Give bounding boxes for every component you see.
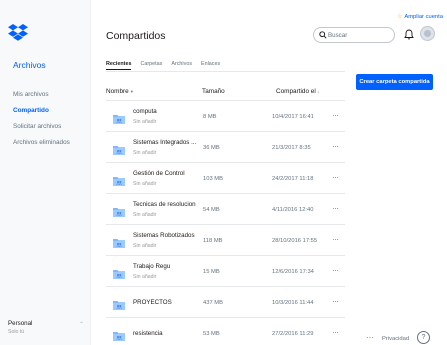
row-name[interactable]: Trabajo Regu bbox=[133, 263, 170, 270]
table-row[interactable]: Trabajo Regu Sin añadir 15 MB 12/6/2016 17:… bbox=[106, 256, 345, 287]
search-icon bbox=[319, 31, 327, 39]
row-size: 437 MB bbox=[203, 300, 223, 306]
help-icon[interactable]: ? bbox=[417, 331, 430, 344]
account-subtitle: Solo tú bbox=[8, 329, 25, 335]
search-placeholder: Buscar bbox=[328, 32, 348, 39]
sidebar-item-file-requests[interactable]: Solicitar archivos bbox=[13, 122, 70, 131]
row-shared-date: 10/4/2017 16:41 bbox=[272, 114, 314, 120]
column-name[interactable]: Nombre ▾ bbox=[106, 88, 133, 95]
bell-icon[interactable] bbox=[404, 29, 414, 40]
row-shared-date: 27/2/2016 11:29 bbox=[272, 331, 314, 337]
row-name[interactable]: Tecnicas de resolucion bbox=[133, 201, 196, 208]
row-more-icon[interactable]: ··· bbox=[332, 297, 339, 306]
table-row[interactable]: Sistemas Integrados ... Sin añadir 36 MB 21… bbox=[106, 132, 345, 163]
table-row[interactable]: resistencia 53 MB 27/2/2016 11:29 ··· bbox=[106, 318, 345, 345]
row-shared-date: 28/10/2016 17:55 bbox=[272, 238, 318, 244]
row-size: 53 MB bbox=[203, 331, 220, 337]
shared-folder-icon bbox=[113, 173, 125, 186]
star-icon: ☆ bbox=[397, 14, 403, 20]
sidebar-nav: Mis archivos Compartido Solicitar archiv… bbox=[13, 90, 70, 154]
tab-links[interactable]: Enlaces bbox=[201, 60, 220, 70]
create-shared-folder-button[interactable]: Crear carpeta compartida bbox=[356, 74, 433, 90]
row-subtitle: Sin añadir bbox=[133, 243, 157, 249]
table-row[interactable]: computa Sin añadir 8 MB 10/4/2017 16:41 ··· bbox=[106, 101, 345, 132]
search-input[interactable]: Buscar bbox=[313, 27, 395, 43]
sidebar-item-deleted-files[interactable]: Archivos eliminados bbox=[13, 138, 70, 147]
row-size: 118 MB bbox=[203, 238, 223, 244]
row-more-icon[interactable]: ··· bbox=[332, 142, 339, 151]
row-size: 54 MB bbox=[203, 207, 220, 213]
table-header: Nombre ▾ Tamaño Compartido el ↓ bbox=[106, 86, 345, 101]
footer-more-icon[interactable]: ··· bbox=[366, 333, 374, 342]
privacy-link[interactable]: Privacidad bbox=[382, 336, 409, 342]
chevron-updown-icon: ⌃ bbox=[78, 322, 84, 328]
row-more-icon[interactable]: ··· bbox=[332, 204, 339, 213]
row-shared-date: 4/11/2016 12:40 bbox=[272, 207, 314, 213]
column-shared-label: Compartido el bbox=[276, 88, 316, 95]
row-more-icon[interactable]: ··· bbox=[332, 266, 339, 275]
row-size: 36 MB bbox=[203, 145, 220, 151]
column-name-label: Nombre bbox=[106, 88, 129, 95]
account-switcher[interactable]: Personal Solo tú ⌃ bbox=[8, 320, 84, 335]
sort-arrow-icon: ↓ bbox=[317, 89, 321, 94]
sidebar: Archivos Mis archivos Compartido Solicit… bbox=[0, 0, 91, 345]
row-subtitle: Sin añadir bbox=[133, 150, 157, 156]
row-more-icon[interactable]: ··· bbox=[332, 111, 339, 120]
row-size: 15 MB bbox=[203, 269, 220, 275]
column-shared[interactable]: Compartido el ↓ bbox=[276, 88, 320, 95]
sidebar-title[interactable]: Archivos bbox=[13, 60, 46, 70]
tab-files[interactable]: Archivos bbox=[171, 60, 192, 70]
row-name[interactable]: Gestión de Control bbox=[133, 170, 185, 177]
account-name: Personal bbox=[8, 320, 33, 327]
tab-recent[interactable]: Recientes bbox=[106, 60, 132, 70]
shared-folder-icon bbox=[113, 235, 125, 248]
row-shared-date: 12/6/2016 17:34 bbox=[272, 269, 314, 275]
row-size: 8 MB bbox=[203, 114, 217, 120]
column-size[interactable]: Tamaño bbox=[202, 88, 225, 95]
page-title: Compartidos bbox=[106, 30, 166, 42]
row-name[interactable]: PROYECTOS bbox=[133, 299, 172, 306]
row-more-icon[interactable]: ··· bbox=[332, 235, 339, 244]
shared-folder-icon bbox=[113, 297, 125, 310]
row-name[interactable]: Sistemas Integrados ... bbox=[133, 139, 196, 146]
shared-folder-icon bbox=[113, 142, 125, 155]
row-subtitle: Sin añadir bbox=[133, 119, 157, 125]
shared-folder-icon bbox=[113, 111, 125, 124]
table-row[interactable]: PROYECTOS 437 MB 10/3/2016 11:44 ··· bbox=[106, 287, 345, 318]
shared-folder-icon bbox=[113, 266, 125, 279]
row-subtitle: Sin añadir bbox=[133, 181, 157, 187]
sidebar-item-my-files[interactable]: Mis archivos bbox=[13, 90, 70, 99]
sidebar-item-shared[interactable]: Compartido bbox=[13, 106, 70, 115]
table-row[interactable]: Gestión de Control Sin añadir 103 MB 24/2/2… bbox=[106, 163, 345, 194]
tabs-divider bbox=[106, 71, 345, 72]
dropbox-logo-icon[interactable] bbox=[8, 24, 30, 42]
row-subtitle: Sin añadir bbox=[133, 212, 157, 218]
caret-down-icon: ▾ bbox=[130, 89, 133, 94]
tab-folders[interactable]: Carpetas bbox=[140, 60, 162, 70]
tab-bar: Recientes Carpetas Archivos Enlaces bbox=[106, 60, 220, 70]
row-more-icon[interactable]: ··· bbox=[332, 173, 339, 182]
shared-folder-icon bbox=[113, 204, 125, 217]
row-subtitle: Sin añadir bbox=[133, 274, 157, 280]
table-row[interactable]: Tecnicas de resolucion Sin añadir 54 MB 4/1… bbox=[106, 194, 345, 225]
upgrade-label: Ampliar cuenta bbox=[404, 14, 443, 20]
shared-folder-icon bbox=[113, 328, 125, 341]
row-shared-date: 21/3/2017 8:35 bbox=[272, 145, 311, 151]
row-name[interactable]: Sistemas Robotizados bbox=[133, 232, 195, 239]
upgrade-link[interactable]: ☆ Ampliar cuenta bbox=[397, 14, 443, 20]
row-name[interactable]: computa bbox=[133, 108, 157, 115]
avatar[interactable] bbox=[420, 26, 435, 41]
row-shared-date: 10/3/2016 11:44 bbox=[272, 300, 314, 306]
row-name[interactable]: resistencia bbox=[133, 330, 163, 337]
table-row[interactable]: Sistemas Robotizados Sin añadir 118 MB 28/1… bbox=[106, 225, 345, 256]
row-shared-date: 24/2/2017 11:18 bbox=[272, 176, 314, 182]
row-more-icon[interactable]: ··· bbox=[332, 328, 339, 337]
row-size: 103 MB bbox=[203, 176, 223, 182]
